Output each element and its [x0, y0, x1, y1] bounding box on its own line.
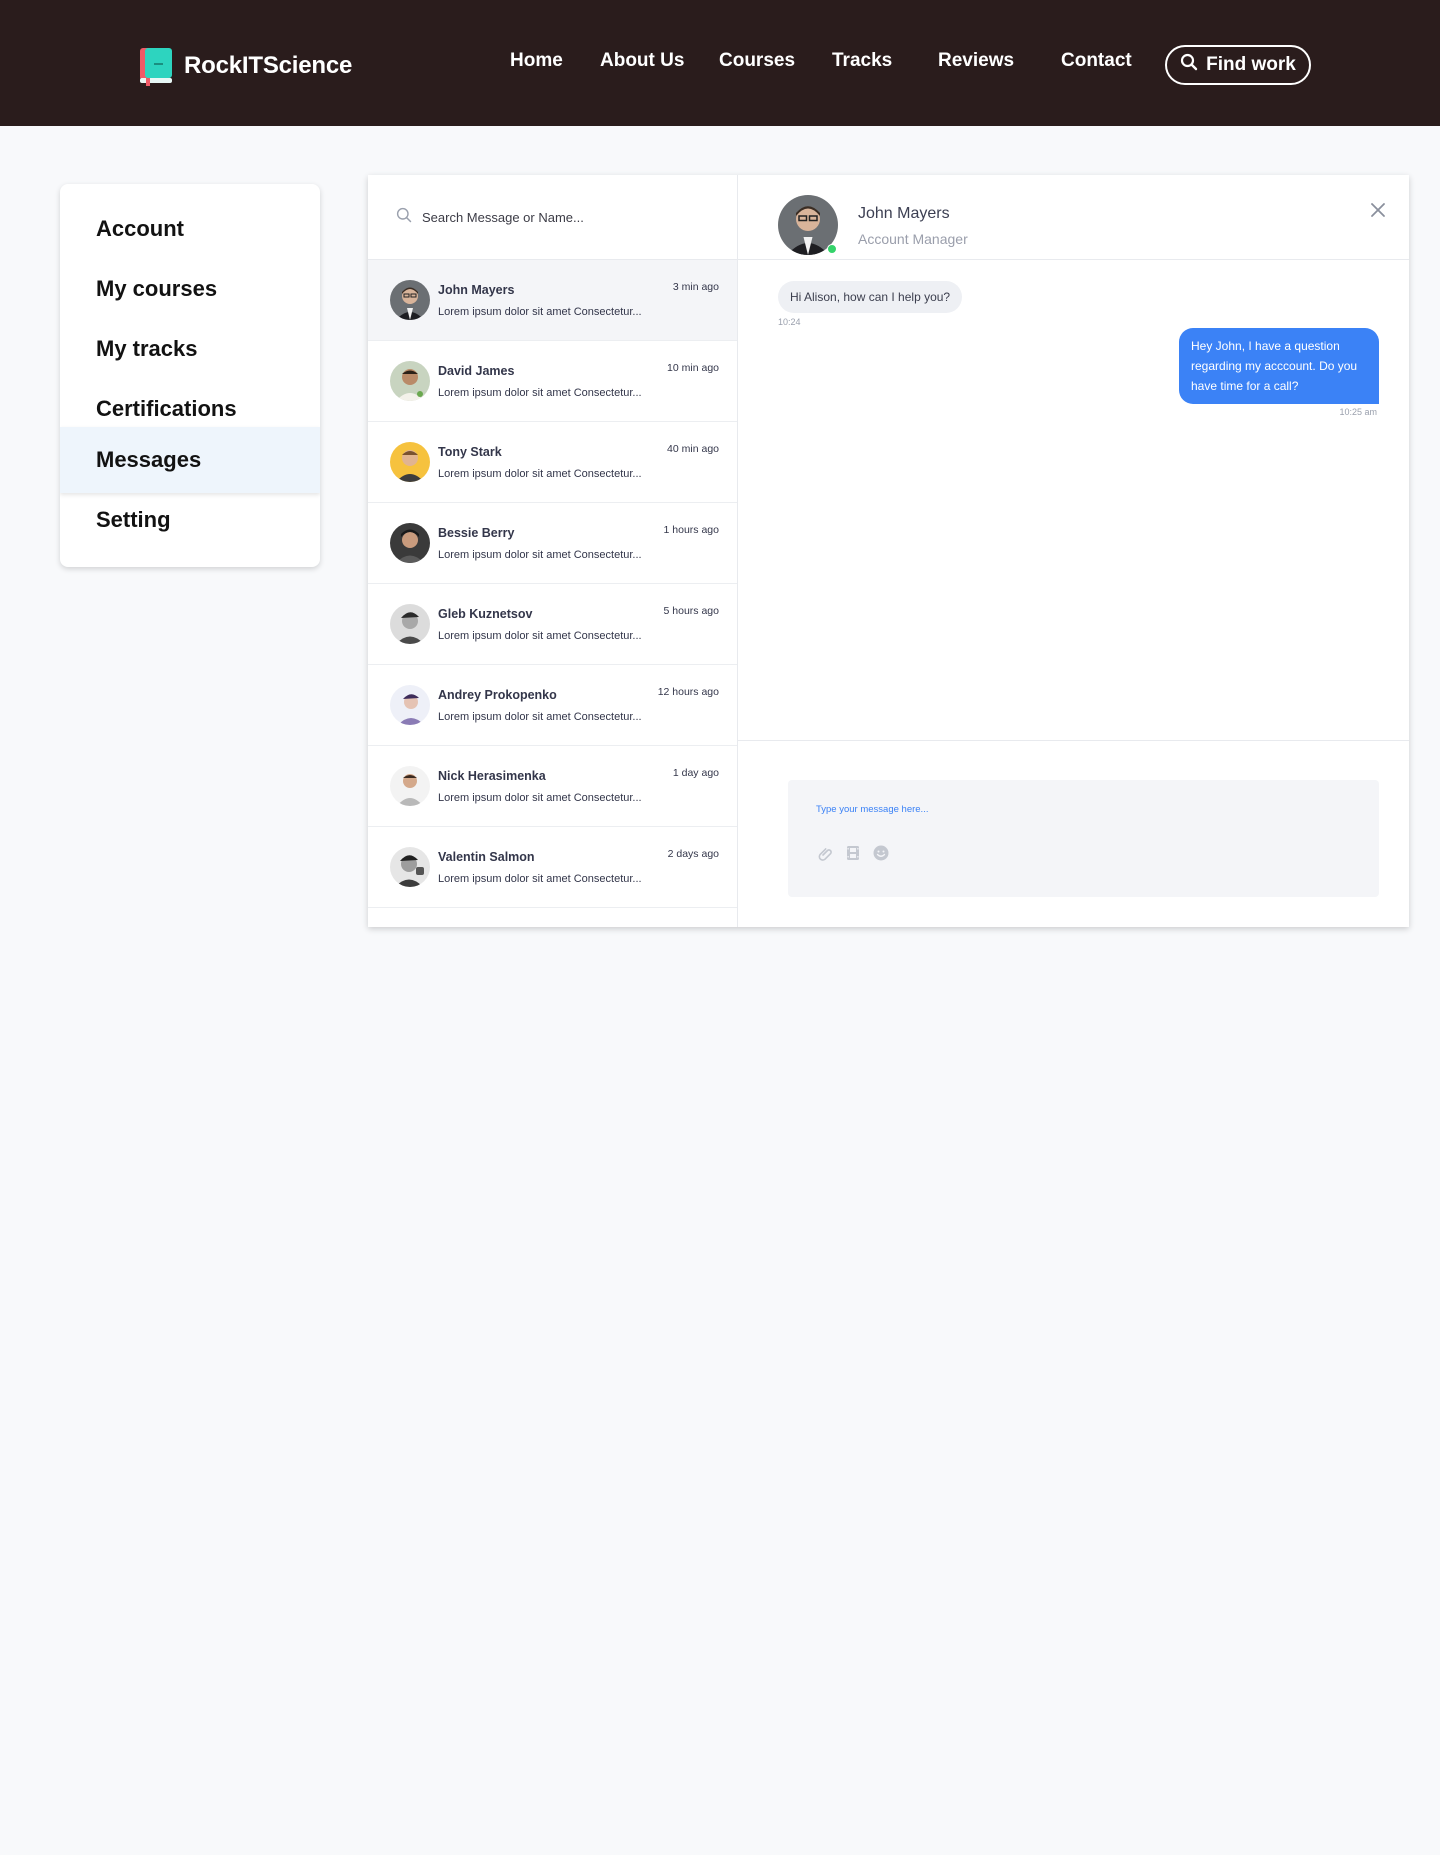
conversation-name: David James: [438, 364, 515, 378]
side-menu-account[interactable]: Account: [60, 196, 320, 262]
chat-message-area: Hi Alison, how can I help you? 10:24 Hey…: [738, 261, 1409, 741]
conversation-time: 40 min ago: [667, 443, 719, 455]
avatar: [390, 523, 430, 563]
conversation-preview: Lorem ipsum dolor sit amet Consectetur..…: [438, 630, 642, 642]
message-input[interactable]: [816, 804, 1356, 815]
paperclip-icon[interactable]: [816, 844, 834, 862]
conversation-preview: Lorem ipsum dolor sit amet Consectetur..…: [438, 792, 642, 804]
search-icon: [396, 207, 412, 228]
conversation-item[interactable]: David James 10 min ago Lorem ipsum dolor…: [368, 341, 737, 422]
search-icon: [1180, 53, 1198, 77]
nav-home-link[interactable]: Home: [510, 50, 563, 72]
conversation-preview: Lorem ipsum dolor sit amet Consectetur..…: [438, 711, 642, 723]
conversation-name: Bessie Berry: [438, 526, 515, 540]
conversation-time: 1 hours ago: [663, 524, 719, 536]
avatar: [390, 766, 430, 806]
avatar: [390, 361, 430, 401]
conversation-name: Nick Herasimenka: [438, 769, 546, 783]
incoming-message-bubble: Hi Alison, how can I help you?: [778, 281, 963, 313]
conversation-name: Andrey Prokopenko: [438, 688, 557, 702]
message-composer: [788, 780, 1379, 897]
conversation-time: 12 hours ago: [657, 686, 719, 698]
side-menu-my-courses[interactable]: My courses: [60, 256, 320, 322]
side-menu-my-tracks[interactable]: My tracks: [60, 316, 320, 382]
avatar: [390, 280, 430, 320]
smiley-icon[interactable]: [872, 844, 890, 862]
conversation-preview: Lorem ipsum dolor sit amet Consectetur..…: [438, 468, 642, 480]
chat-contact-name: John Mayers: [858, 205, 950, 222]
chat-contact-role: Account Manager: [858, 231, 968, 247]
conversation-item[interactable]: Gleb Kuznetsov 5 hours ago Lorem ipsum d…: [368, 584, 737, 665]
conversation-time: 1 day ago: [672, 767, 719, 779]
top-navigation-bar: RockITScience Home About Us Courses Trac…: [0, 0, 1440, 126]
avatar: [390, 604, 430, 644]
find-work-button[interactable]: Find work: [1165, 45, 1311, 85]
conversation-name: Gleb Kuznetsov: [438, 607, 533, 621]
nav-tracks-link[interactable]: Tracks: [832, 50, 892, 72]
conversation-name: Valentin Salmon: [438, 850, 535, 864]
brand[interactable]: RockITScience: [138, 46, 352, 86]
conversation-item[interactable]: Nick Herasimenka 1 day ago Lorem ipsum d…: [368, 746, 737, 827]
conversation-preview: Lorem ipsum dolor sit amet Consectetur..…: [438, 387, 642, 399]
conversation-time: 5 hours ago: [663, 605, 719, 617]
message-timestamp: 10:24: [778, 317, 801, 327]
conversation-search: [368, 175, 737, 260]
avatar: [390, 847, 430, 887]
brand-name: RockITScience: [184, 52, 353, 79]
avatar: [390, 685, 430, 725]
conversation-item[interactable]: Tony Stark 40 min ago Lorem ipsum dolor …: [368, 422, 737, 503]
conversation-time: 10 min ago: [667, 362, 719, 374]
online-status-indicator: [827, 244, 837, 254]
message-timestamp: 10:25 am: [1339, 407, 1377, 417]
conversation-name: John Mayers: [438, 283, 515, 297]
conversation-time: 3 min ago: [672, 281, 719, 293]
film-icon[interactable]: [844, 844, 862, 862]
conversation-preview: Lorem ipsum dolor sit amet Consectetur..…: [438, 549, 642, 561]
side-menu-setting[interactable]: Setting: [60, 487, 320, 553]
conversation-list: John Mayers 3 min ago Lorem ipsum dolor …: [368, 175, 738, 927]
conversation-name: Tony Stark: [438, 445, 502, 459]
nav-contact-link[interactable]: Contact: [1061, 50, 1132, 72]
conversation-item[interactable]: Bessie Berry 1 hours ago Lorem ipsum dol…: [368, 503, 737, 584]
close-icon[interactable]: [1369, 201, 1387, 219]
book-logo-icon: [138, 46, 174, 86]
search-input[interactable]: [422, 209, 702, 225]
find-work-label: Find work: [1206, 54, 1296, 75]
conversation-time: 2 days ago: [667, 848, 719, 860]
conversation-item[interactable]: John Mayers 3 min ago Lorem ipsum dolor …: [368, 260, 737, 341]
conversation-item[interactable]: Valentin Salmon 2 days ago Lorem ipsum d…: [368, 827, 737, 908]
conversation-preview: Lorem ipsum dolor sit amet Consectetur..…: [438, 306, 642, 318]
nav-reviews-link[interactable]: Reviews: [938, 50, 1014, 72]
messenger-panel: John Mayers 3 min ago Lorem ipsum dolor …: [368, 175, 1409, 927]
account-side-menu: Account My courses My tracks Certificati…: [60, 184, 320, 567]
avatar: [390, 442, 430, 482]
side-menu-messages[interactable]: Messages: [60, 427, 320, 493]
outgoing-message-bubble: Hey John, I have a question regarding my…: [1179, 328, 1379, 404]
chat-header: John Mayers Account Manager: [738, 175, 1409, 260]
nav-courses-link[interactable]: Courses: [719, 50, 795, 72]
conversation-preview: Lorem ipsum dolor sit amet Consectetur..…: [438, 873, 642, 885]
conversation-item[interactable]: Andrey Prokopenko 12 hours ago Lorem ips…: [368, 665, 737, 746]
nav-about-link[interactable]: About Us: [600, 50, 684, 72]
